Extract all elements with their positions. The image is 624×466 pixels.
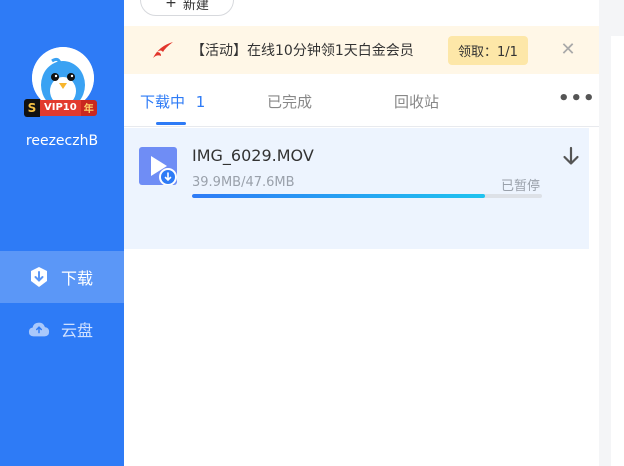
tab-recycle-bin[interactable]: 回收站 xyxy=(394,91,439,112)
close-icon[interactable]: ✕ xyxy=(558,39,578,60)
vip-s-icon: S xyxy=(24,98,40,117)
download-item[interactable]: IMG_6029.MOV 39.9MB/47.6MB 已暂停 xyxy=(124,128,589,249)
tab-count: 1 xyxy=(195,93,206,111)
file-size: 39.9MB/47.6MB xyxy=(192,175,295,190)
tab-label: 下载中 xyxy=(140,93,186,111)
claim-button[interactable]: 领取：1/1 xyxy=(448,36,528,65)
new-button-label: 新建 xyxy=(182,0,209,13)
plus-icon: + xyxy=(165,0,177,11)
thunder-bird-icon xyxy=(153,42,173,58)
sidebar-item-label: 下载 xyxy=(61,269,94,288)
main-panel: + 新建 【活动】在线10分钟领1天白金会员 领取：1/1 ✕ 下载中 1 已完… xyxy=(124,0,599,466)
tab-bar: 下载中 1 已完成 回收站 ••• xyxy=(124,74,599,127)
progress-bar xyxy=(192,194,542,198)
new-button[interactable]: + 新建 xyxy=(140,0,234,16)
progress-fill xyxy=(192,194,485,198)
status-text: 已暂停 xyxy=(501,179,541,194)
vip-year: 年 xyxy=(80,99,97,116)
sidebar: S VIP10 年 reezeczhB 下载 云盘 xyxy=(0,0,124,466)
tab-downloading[interactable]: 下载中 1 xyxy=(140,91,205,112)
cloud-icon xyxy=(28,318,50,340)
download-arrow-icon[interactable] xyxy=(561,145,581,167)
vip-badge: S VIP10 年 xyxy=(24,98,97,117)
sidebar-item-cloud[interactable]: 云盘 xyxy=(0,303,124,355)
vip-label: VIP10 xyxy=(40,99,81,116)
video-file-icon xyxy=(139,147,177,185)
sidebar-item-download[interactable]: 下载 xyxy=(0,251,124,303)
promo-banner: 【活动】在线10分钟领1天白金会员 领取：1/1 ✕ xyxy=(124,26,599,74)
more-icon[interactable]: ••• xyxy=(558,88,596,109)
download-shield-icon xyxy=(28,266,50,288)
sidebar-item-label: 云盘 xyxy=(61,321,94,340)
right-panel xyxy=(611,36,624,466)
tab-completed[interactable]: 已完成 xyxy=(267,91,312,112)
file-name: IMG_6029.MOV xyxy=(192,146,314,165)
banner-text: 【活动】在线10分钟领1天白金会员 xyxy=(191,43,414,59)
active-tab-indicator xyxy=(156,122,186,125)
username: reezeczhB xyxy=(25,133,99,149)
